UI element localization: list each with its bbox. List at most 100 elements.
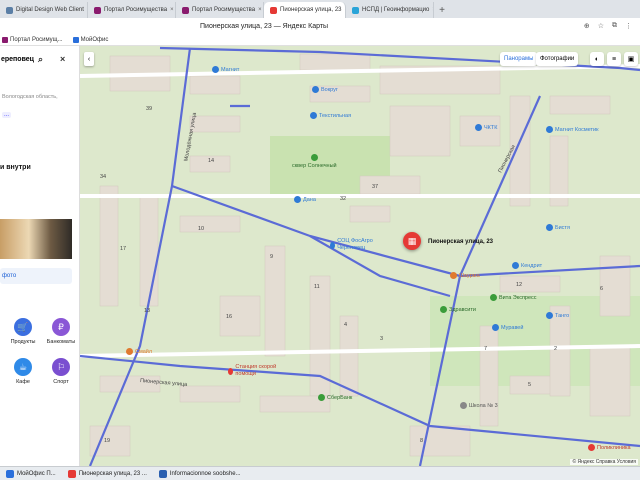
poi-label: Поликлиника [597,444,631,451]
selected-place-label: Пионерская улица, 23 [428,239,494,245]
photos-button[interactable]: фото [0,268,72,284]
document-icon [158,469,167,478]
sport-icon: ⚐ [52,358,70,376]
poi-label: Школа № 3 [469,402,498,409]
poi-marker[interactable]: Кендрит [512,262,542,269]
poi-marker[interactable]: Танго [546,312,569,319]
poi-marker[interactable]: Станция скорой помощи [228,364,284,378]
poi-label: Текстильная [319,112,352,119]
browser-tab-active[interactable]: Пионерская улица, 23× [264,2,346,18]
poi-marker[interactable]: Текстильная [310,112,351,119]
poi-marker[interactable]: Магнит [212,66,239,73]
clear-icon[interactable]: × [60,54,65,64]
photos-layer-button[interactable]: Фотографии [536,52,579,66]
house-number: 32 [340,196,347,202]
poi-marker[interactable]: Муравей [492,324,523,331]
house-number: 3 [380,336,384,342]
search-input[interactable]: ереповец ⌕ × [0,50,79,68]
ruble-icon: ₽ [52,318,70,336]
shop-icon [310,112,317,119]
poi-label: Шаурма [459,272,480,279]
poi-marker[interactable]: Дана [294,196,316,203]
sport-icon [330,241,336,249]
search-value: ереповец [1,55,34,63]
selected-place-pin[interactable]: ▦ [403,232,421,250]
poi-marker[interactable]: Поликлиника [588,444,631,451]
browser-tab[interactable]: Digital Design Web Client× [0,2,88,18]
category-label: Продукты [10,339,36,345]
map-copyright[interactable]: © Яндекс Справка Условия [570,459,638,465]
poi-label: Танго [555,312,570,319]
browser-tab[interactable]: Портал Росимущества × [88,2,176,18]
bookmark-item[interactable]: МойОфис [72,36,108,43]
poi-label: сквер Солнечный [292,163,337,169]
poi-marker[interactable]: СОЦ ФосАгро Череповец [330,238,386,252]
house-number: 5 [528,382,532,388]
house-number: 19 [104,438,111,444]
close-icon[interactable]: × [170,7,174,13]
college-icon [475,124,482,131]
zoom-icon[interactable]: ⊕ [584,22,590,30]
category-cafe[interactable]: ☕ Кафе [8,358,38,385]
house-number: 11 [314,284,320,290]
poi-marker[interactable]: Бистя [546,224,570,231]
more-button[interactable]: ... [2,112,12,118]
tab-favicon [182,6,189,14]
photos-button-label: фото [2,273,17,279]
house-number: 6 [600,286,604,292]
poi-marker[interactable]: Смайл [126,348,152,355]
menu-icon[interactable]: ⋮ [625,22,632,30]
house-number: 13 [144,308,151,314]
extensions-icon[interactable]: ⧉ [612,22,617,30]
browser-tab[interactable]: Портал Росимущества × [176,2,264,18]
search-icon[interactable]: ⌕ [38,54,43,65]
house-number: 8 [420,438,424,444]
house-number: 10 [198,226,205,232]
shop-icon [492,324,499,331]
poi-label: Бистя [555,224,570,231]
taskbar-item[interactable]: Пионерская улица, 23 ... [62,467,153,481]
poi-marker[interactable]: ЧКТК [475,124,497,131]
poi-marker[interactable]: сквер Солнечный [292,154,337,169]
shop-icon [546,126,553,133]
browser-tab[interactable]: НСПД | Геоинформацио× [346,2,434,18]
poi-marker[interactable]: Шаурма [450,272,480,279]
poi-marker[interactable]: Вита Экспресс [490,294,537,301]
shop-icon [512,262,519,269]
poi-marker[interactable]: Вокруг [312,86,338,93]
new-tab-button[interactable]: + [434,2,450,18]
food-icon [450,272,457,279]
house-number: 4 [344,322,348,328]
browser-toolbar: Пионерская улица, 23 — Яндекс Карты ⊕ ☆ … [0,18,640,34]
bookmark-item[interactable]: Портал Росимущ... [2,36,63,43]
ambulance-icon [228,367,234,375]
poi-marker[interactable]: Магнит Косметик [546,126,599,133]
close-icon[interactable]: × [258,7,262,13]
category-label: Спорт [53,379,69,385]
tab-label: Digital Design Web Client [16,7,84,13]
taskbar-item[interactable]: Informacionnoe soobshe... [153,467,247,481]
list-icon[interactable]: ≡ [607,52,621,66]
place-panel: ереповец ⌕ × Вологодская область, ... и … [0,46,80,466]
taskbar-item[interactable]: МойОфис П... [0,467,62,481]
collapse-panel-button[interactable]: ‹ [84,52,94,66]
address-text: Вологодская область, [2,94,58,100]
place-photo[interactable] [0,219,72,259]
category-atms[interactable]: ₽ Банкоматы [46,318,76,345]
category-products[interactable]: 🛒 Продукты [8,318,38,345]
poi-marker[interactable]: Здравсити [440,306,476,313]
category-sport[interactable]: ⚐ Спорт [46,358,76,385]
bookmark-label: Портал Росимущ... [10,36,63,43]
poi-marker[interactable]: Школа № 3 [460,402,498,409]
map-canvas[interactable]: ‹ Панорамы Фотографии ◐ ≡ ▣ Магнит Текст… [80,46,640,466]
tab-favicon [94,6,101,14]
house-number: 2 [554,346,558,352]
bookmark-star-icon[interactable]: ☆ [598,22,604,30]
layers-icon[interactable]: ◐ [590,52,604,66]
poi-marker[interactable]: СберБанк [318,394,352,401]
panoramas-button[interactable]: Панорамы [500,52,538,66]
poi-label: Магнит [221,66,240,73]
shop-icon [212,66,219,73]
school-icon [460,402,467,409]
print-icon[interactable]: ▣ [624,52,638,66]
